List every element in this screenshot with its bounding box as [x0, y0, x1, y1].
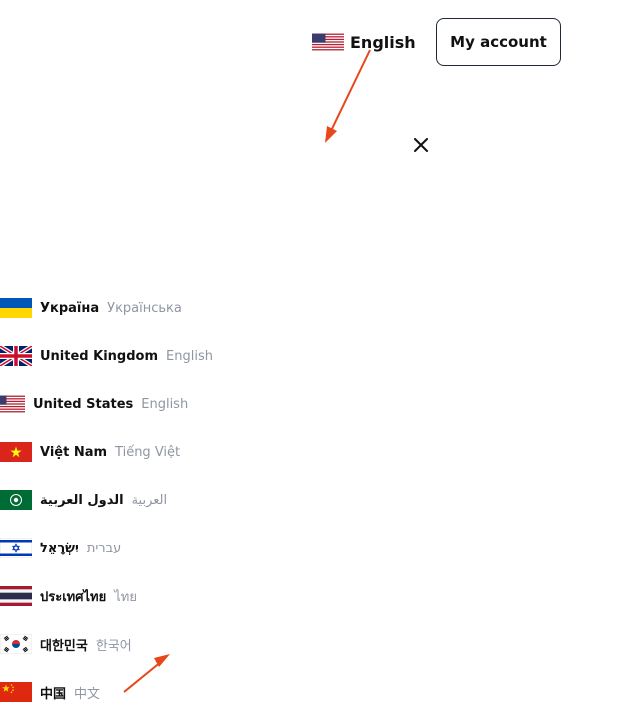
arab-league-flag-icon — [0, 490, 32, 510]
gb-flag-icon — [0, 346, 32, 366]
language-item-vietnam[interactable]: Việt Nam Tiếng Việt — [0, 428, 213, 476]
language-item-united-kingdom[interactable]: United Kingdom English — [0, 332, 213, 380]
us-flag-icon — [0, 395, 25, 413]
language-list: Україна Українська United Kingdom Englis… — [0, 284, 213, 716]
close-icon — [414, 138, 428, 152]
language-name: 한국어 — [95, 638, 132, 654]
language-name: ไทย — [114, 589, 137, 605]
language-selector[interactable]: English — [312, 30, 416, 54]
language-name: Tiếng Việt — [115, 444, 181, 460]
language-name: English — [141, 396, 189, 412]
country-name: יִשְׂרָאֵל — [40, 540, 79, 556]
country-name: 대한민국 — [40, 638, 88, 654]
language-name: Українська — [107, 300, 182, 316]
vn-flag-icon — [0, 442, 32, 462]
il-flag-icon — [0, 538, 32, 558]
language-name: العربية — [131, 492, 168, 508]
language-item-united-states[interactable]: United States English — [0, 380, 213, 428]
language-name: 中文 — [74, 686, 101, 702]
language-item-ukraine[interactable]: Україна Українська — [0, 284, 213, 332]
country-name: Việt Nam — [40, 444, 108, 460]
language-name: עברית — [86, 540, 122, 556]
country-name: 中国 — [40, 686, 67, 702]
my-account-button[interactable]: My account — [436, 18, 561, 66]
ua-flag-icon — [0, 298, 32, 318]
us-flag-icon — [312, 33, 344, 51]
country-name: Україна — [40, 300, 100, 316]
language-item-south-korea[interactable]: 대한민국 한국어 — [0, 620, 213, 668]
country-name: ประเทศไทย — [40, 589, 107, 605]
language-item-thailand[interactable]: ประเทศไทย ไทย — [0, 572, 213, 620]
country-name: United States — [33, 396, 134, 412]
close-button[interactable] — [410, 134, 432, 156]
language-item-israel[interactable]: יִשְׂרָאֵל עברית — [0, 524, 213, 572]
current-language-label: English — [350, 32, 416, 52]
language-name: English — [166, 348, 213, 364]
language-item-arab-states[interactable]: الدول العربية العربية — [0, 476, 213, 524]
th-flag-icon — [0, 586, 32, 606]
kr-flag-icon — [0, 634, 32, 654]
cn-flag-icon — [0, 682, 32, 702]
country-name: United Kingdom — [40, 348, 159, 364]
country-name: الدول العربية — [40, 492, 124, 508]
